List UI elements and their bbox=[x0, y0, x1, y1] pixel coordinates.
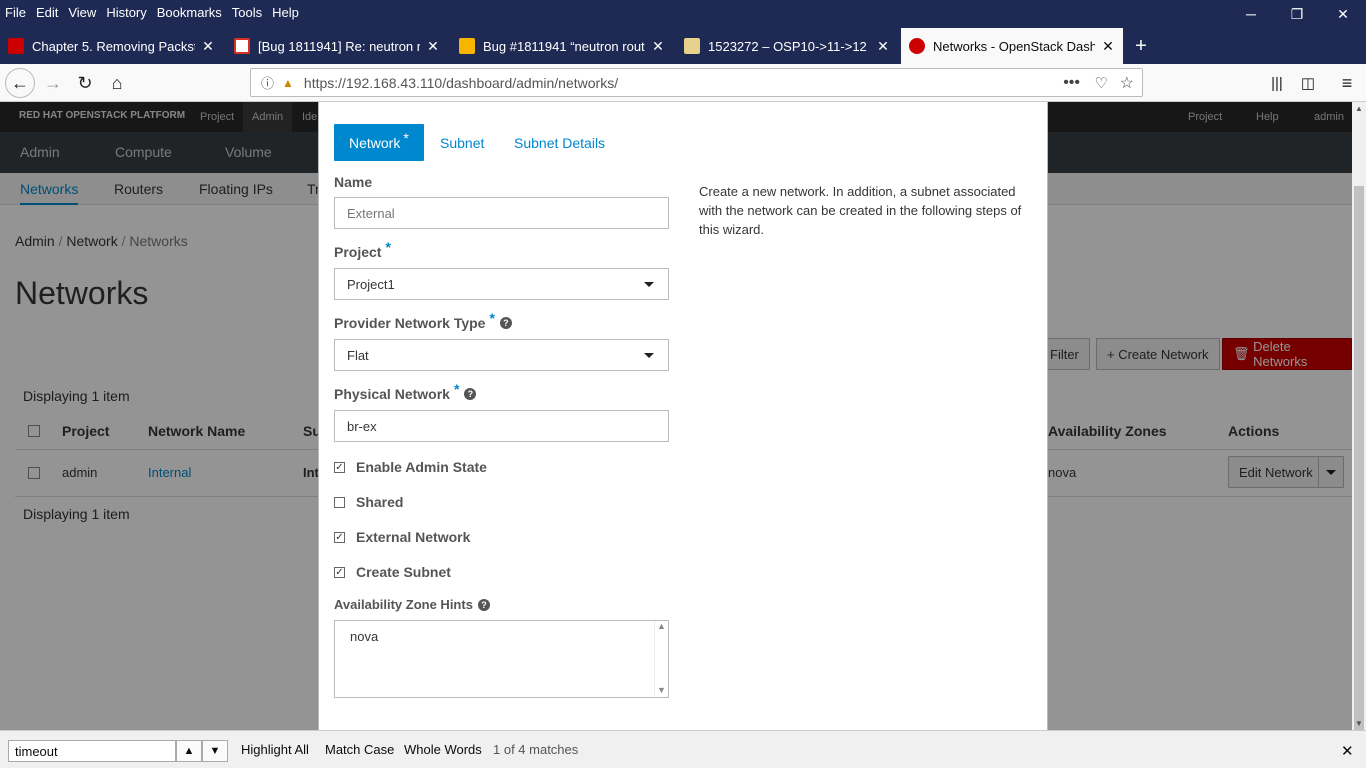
highlight-all-toggle[interactable]: Highlight All bbox=[241, 742, 309, 757]
checkbox-icon[interactable]: ✓ bbox=[334, 531, 345, 543]
url-bar[interactable]: ⓘ ▲ https://192.168.43.110/dashboard/adm… bbox=[250, 68, 1143, 97]
az-option-nova[interactable]: nova bbox=[350, 629, 378, 644]
tab-networks[interactable]: Networks - OpenStack Dashbo ✕ bbox=[901, 28, 1123, 64]
tab-title: Chapter 5. Removing Packstack bbox=[32, 38, 195, 54]
lock-warning-icon: ▲ bbox=[282, 75, 294, 90]
url-text[interactable]: https://192.168.43.110/dashboard/admin/n… bbox=[304, 75, 618, 91]
nav-bar: ← → ↻ ⌂ ⓘ ▲ https://192.168.43.110/dashb… bbox=[0, 64, 1366, 102]
chevron-down-icon: ▼ bbox=[209, 745, 221, 757]
close-tab-icon[interactable]: ✕ bbox=[426, 38, 440, 55]
tab-title: [Bug 1811941] Re: neutron rout bbox=[258, 38, 420, 54]
close-tab-icon[interactable]: ✕ bbox=[651, 38, 665, 55]
close-tab-icon[interactable]: ✕ bbox=[876, 38, 890, 55]
provider-network-type-label: Provider Network Type *? bbox=[334, 310, 512, 331]
sidebar-icon[interactable]: ◫ bbox=[1293, 68, 1323, 98]
launchpad-icon bbox=[459, 38, 475, 54]
find-previous-button[interactable]: ▲ bbox=[176, 740, 202, 762]
find-next-button[interactable]: ▼ bbox=[202, 740, 228, 762]
tab-title: 1523272 – OSP10->11->12 upgr bbox=[708, 38, 870, 54]
tab-bug-gmail[interactable]: [Bug 1811941] Re: neutron rout ✕ bbox=[226, 28, 448, 64]
checkbox-icon[interactable] bbox=[334, 496, 345, 508]
scroll-down-icon[interactable]: ▼ bbox=[1355, 719, 1363, 728]
listbox-scrollbar[interactable]: ▲ ▼ bbox=[654, 621, 668, 697]
az-hints-label: Availability Zone Hints? bbox=[334, 597, 490, 612]
shared-checkbox[interactable]: Shared bbox=[334, 494, 403, 510]
reload-icon[interactable]: ↻ bbox=[70, 68, 100, 98]
library-icon[interactable]: ||| bbox=[1262, 68, 1292, 98]
chevron-up-icon: ▲ bbox=[183, 745, 195, 757]
hamburger-menu-icon[interactable]: ≡ bbox=[1332, 68, 1362, 98]
find-input[interactable]: timeout bbox=[8, 740, 176, 762]
name-input[interactable]: External bbox=[334, 197, 669, 229]
help-icon[interactable]: ? bbox=[477, 598, 490, 611]
match-case-toggle[interactable]: Match Case bbox=[325, 742, 394, 757]
wizard-tab-label: Network bbox=[349, 134, 401, 151]
find-bar: timeout ▲ ▼ Highlight All Match Case Who… bbox=[0, 730, 1366, 768]
caret-down-icon bbox=[644, 282, 654, 287]
wizard-tab-subnet-details[interactable]: Subnet Details bbox=[499, 124, 620, 161]
caret-down-icon bbox=[644, 353, 654, 358]
page-actions-icon[interactable]: ••• bbox=[1063, 74, 1080, 92]
tab-title: Bug #1811941 “neutron routers bbox=[483, 38, 645, 54]
new-tab-button[interactable]: + bbox=[1126, 28, 1156, 64]
info-icon[interactable]: ⓘ bbox=[261, 73, 274, 92]
tab-bugzilla[interactable]: 1523272 – OSP10->11->12 upgr ✕ bbox=[676, 28, 898, 64]
close-tab-icon[interactable]: ✕ bbox=[201, 38, 215, 55]
az-hints-listbox[interactable]: nova ▲ ▼ bbox=[334, 620, 669, 698]
menu-history[interactable]: History bbox=[101, 5, 151, 20]
menu-bookmarks[interactable]: Bookmarks bbox=[152, 5, 227, 20]
bugzilla-icon bbox=[684, 38, 700, 54]
pocket-icon[interactable]: ♡ bbox=[1095, 74, 1108, 92]
tab-strip: Chapter 5. Removing Packstack ✕ [Bug 181… bbox=[0, 24, 1366, 64]
name-label: Name bbox=[334, 174, 373, 190]
menu-view[interactable]: View bbox=[63, 5, 101, 20]
menu-edit[interactable]: Edit bbox=[31, 5, 63, 20]
tab-chapter5[interactable]: Chapter 5. Removing Packstack ✕ bbox=[0, 28, 223, 64]
menu-file[interactable]: File bbox=[0, 5, 31, 20]
menu-bar: File Edit View History Bookmarks Tools H… bbox=[0, 0, 1366, 24]
wizard-tab-subnet[interactable]: Subnet bbox=[425, 124, 499, 161]
redhat-icon bbox=[8, 38, 24, 54]
project-label: Project * bbox=[334, 239, 391, 260]
help-icon[interactable]: ? bbox=[499, 317, 512, 329]
required-marker: * bbox=[403, 129, 409, 146]
menu-tools[interactable]: Tools bbox=[227, 5, 267, 20]
scroll-up-icon[interactable]: ▲ bbox=[657, 621, 666, 631]
create-network-modal: Network * Subnet Subnet Details Name Ext… bbox=[318, 102, 1048, 730]
bookmark-star-icon[interactable]: ☆ bbox=[1120, 73, 1134, 93]
tab-launchpad[interactable]: Bug #1811941 “neutron routers ✕ bbox=[451, 28, 673, 64]
back-icon[interactable]: ← bbox=[5, 68, 35, 98]
match-status: 1 of 4 matches bbox=[493, 742, 579, 757]
wizard-help-text: Create a new network. In addition, a sub… bbox=[699, 184, 1022, 237]
enable-admin-state-checkbox[interactable]: ✓ Enable Admin State bbox=[334, 459, 487, 475]
checkbox-icon[interactable]: ✓ bbox=[334, 566, 345, 578]
whole-words-toggle[interactable]: Whole Words bbox=[404, 742, 482, 757]
create-subnet-checkbox[interactable]: ✓ Create Subnet bbox=[334, 564, 451, 580]
wizard-tab-network[interactable]: Network * bbox=[334, 124, 424, 161]
external-network-checkbox[interactable]: ✓ External Network bbox=[334, 529, 470, 545]
scroll-down-icon[interactable]: ▼ bbox=[657, 685, 666, 695]
project-select[interactable]: Project1 bbox=[334, 268, 669, 300]
physical-network-label: Physical Network *? bbox=[334, 381, 477, 402]
close-find-bar-icon[interactable]: ✕ bbox=[1341, 742, 1354, 760]
close-tab-icon[interactable]: ✕ bbox=[1101, 38, 1115, 55]
provider-network-type-select[interactable]: Flat bbox=[334, 339, 669, 371]
scrollbar-thumb[interactable] bbox=[1354, 186, 1364, 744]
physical-network-input[interactable]: br-ex bbox=[334, 410, 669, 442]
menu-help[interactable]: Help bbox=[267, 5, 304, 20]
home-icon[interactable]: ⌂ bbox=[102, 68, 132, 98]
help-icon[interactable]: ? bbox=[464, 388, 477, 400]
page-scrollbar[interactable]: ▲ ▼ bbox=[1352, 102, 1366, 744]
scroll-up-icon[interactable]: ▲ bbox=[1355, 104, 1363, 113]
forward-icon[interactable]: → bbox=[38, 68, 68, 98]
redhat-icon bbox=[909, 38, 925, 54]
tab-title: Networks - OpenStack Dashbo bbox=[933, 38, 1095, 54]
checkbox-icon[interactable]: ✓ bbox=[334, 461, 345, 473]
gmail-icon bbox=[234, 38, 250, 54]
